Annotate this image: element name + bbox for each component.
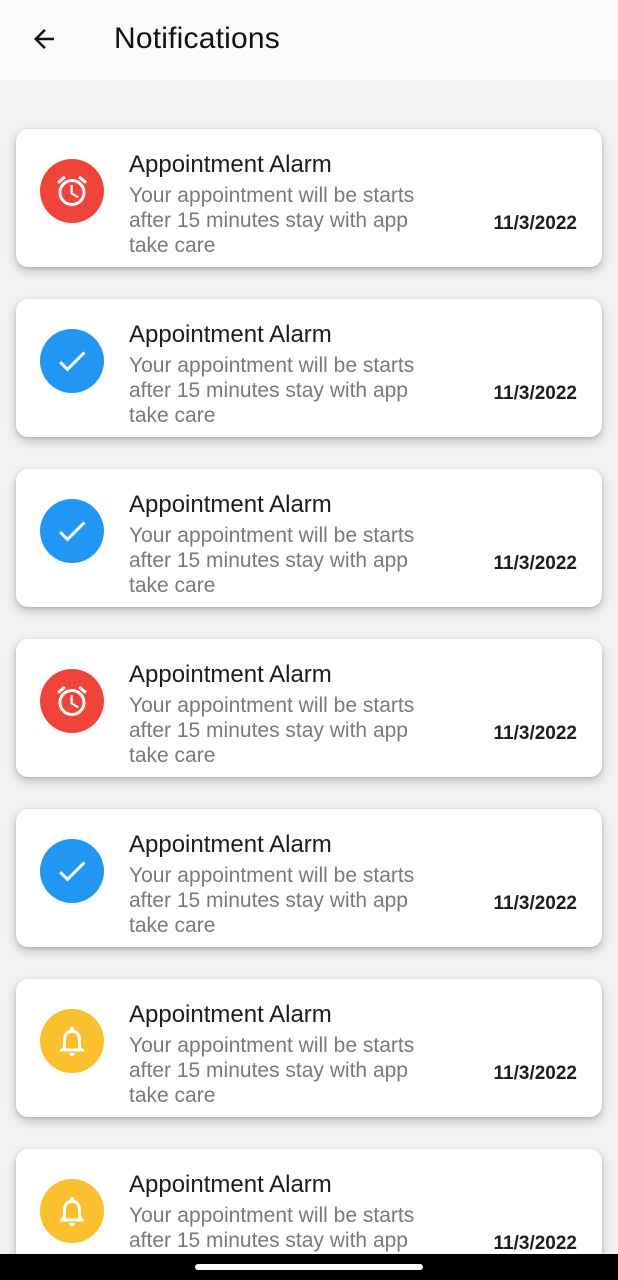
notification-message: Your appointment will be starts after 15…	[129, 524, 415, 597]
notification-message: Your appointment will be starts after 15…	[129, 184, 415, 257]
back-button[interactable]	[20, 18, 68, 60]
alarm-clock-icon	[40, 669, 104, 733]
home-indicator[interactable]	[195, 1264, 423, 1270]
notification-message: Your appointment will be starts after 15…	[129, 354, 415, 427]
notification-card[interactable]: Appointment Alarm Your appointment will b…	[16, 469, 602, 607]
notification-message: Your appointment will be starts after 15…	[129, 864, 415, 937]
notification-title: Appointment Alarm	[129, 491, 332, 518]
notification-title: Appointment Alarm	[129, 831, 332, 858]
header-divider	[0, 80, 618, 114]
notification-title: Appointment Alarm	[129, 151, 332, 178]
arrow-back-icon	[34, 29, 54, 49]
notification-card[interactable]: Appointment Alarm Your appointment will b…	[16, 129, 602, 267]
notification-list[interactable]: Appointment Alarm Your appointment will b…	[0, 114, 618, 1254]
notification-date: 11/3/2022	[493, 213, 577, 234]
check-icon	[40, 499, 104, 563]
notification-card[interactable]: Appointment Alarm Your appointment will b…	[16, 639, 602, 777]
bell-icon	[40, 1179, 104, 1243]
notification-date: 11/3/2022	[493, 1233, 577, 1254]
notification-title: Appointment Alarm	[129, 1001, 332, 1028]
notification-message: Your appointment will be starts after 15…	[129, 1034, 415, 1107]
notification-date: 11/3/2022	[493, 1063, 577, 1084]
notification-title: Appointment Alarm	[129, 321, 332, 348]
notification-title: Appointment Alarm	[129, 1171, 332, 1198]
notification-card[interactable]: Appointment Alarm Your appointment will b…	[16, 979, 602, 1117]
notification-card[interactable]: Appointment Alarm Your appointment will b…	[16, 809, 602, 947]
notification-date: 11/3/2022	[493, 553, 577, 574]
notification-message: Your appointment will be starts after 15…	[129, 1204, 415, 1252]
notification-date: 11/3/2022	[493, 893, 577, 914]
system-nav-bar	[0, 1254, 618, 1280]
check-icon	[40, 329, 104, 393]
notification-title: Appointment Alarm	[129, 661, 332, 688]
notification-card[interactable]: Appointment Alarm Your appointment will b…	[16, 299, 602, 437]
bell-icon	[40, 1009, 104, 1073]
app-bar: Notifications	[0, 0, 618, 80]
alarm-clock-icon	[40, 159, 104, 223]
notification-date: 11/3/2022	[493, 723, 577, 744]
notification-date: 11/3/2022	[493, 383, 577, 404]
notification-message: Your appointment will be starts after 15…	[129, 694, 415, 767]
check-icon	[40, 839, 104, 903]
notification-card[interactable]: Appointment Alarm Your appointment will b…	[16, 1149, 602, 1254]
page-title: Notifications	[114, 22, 281, 55]
